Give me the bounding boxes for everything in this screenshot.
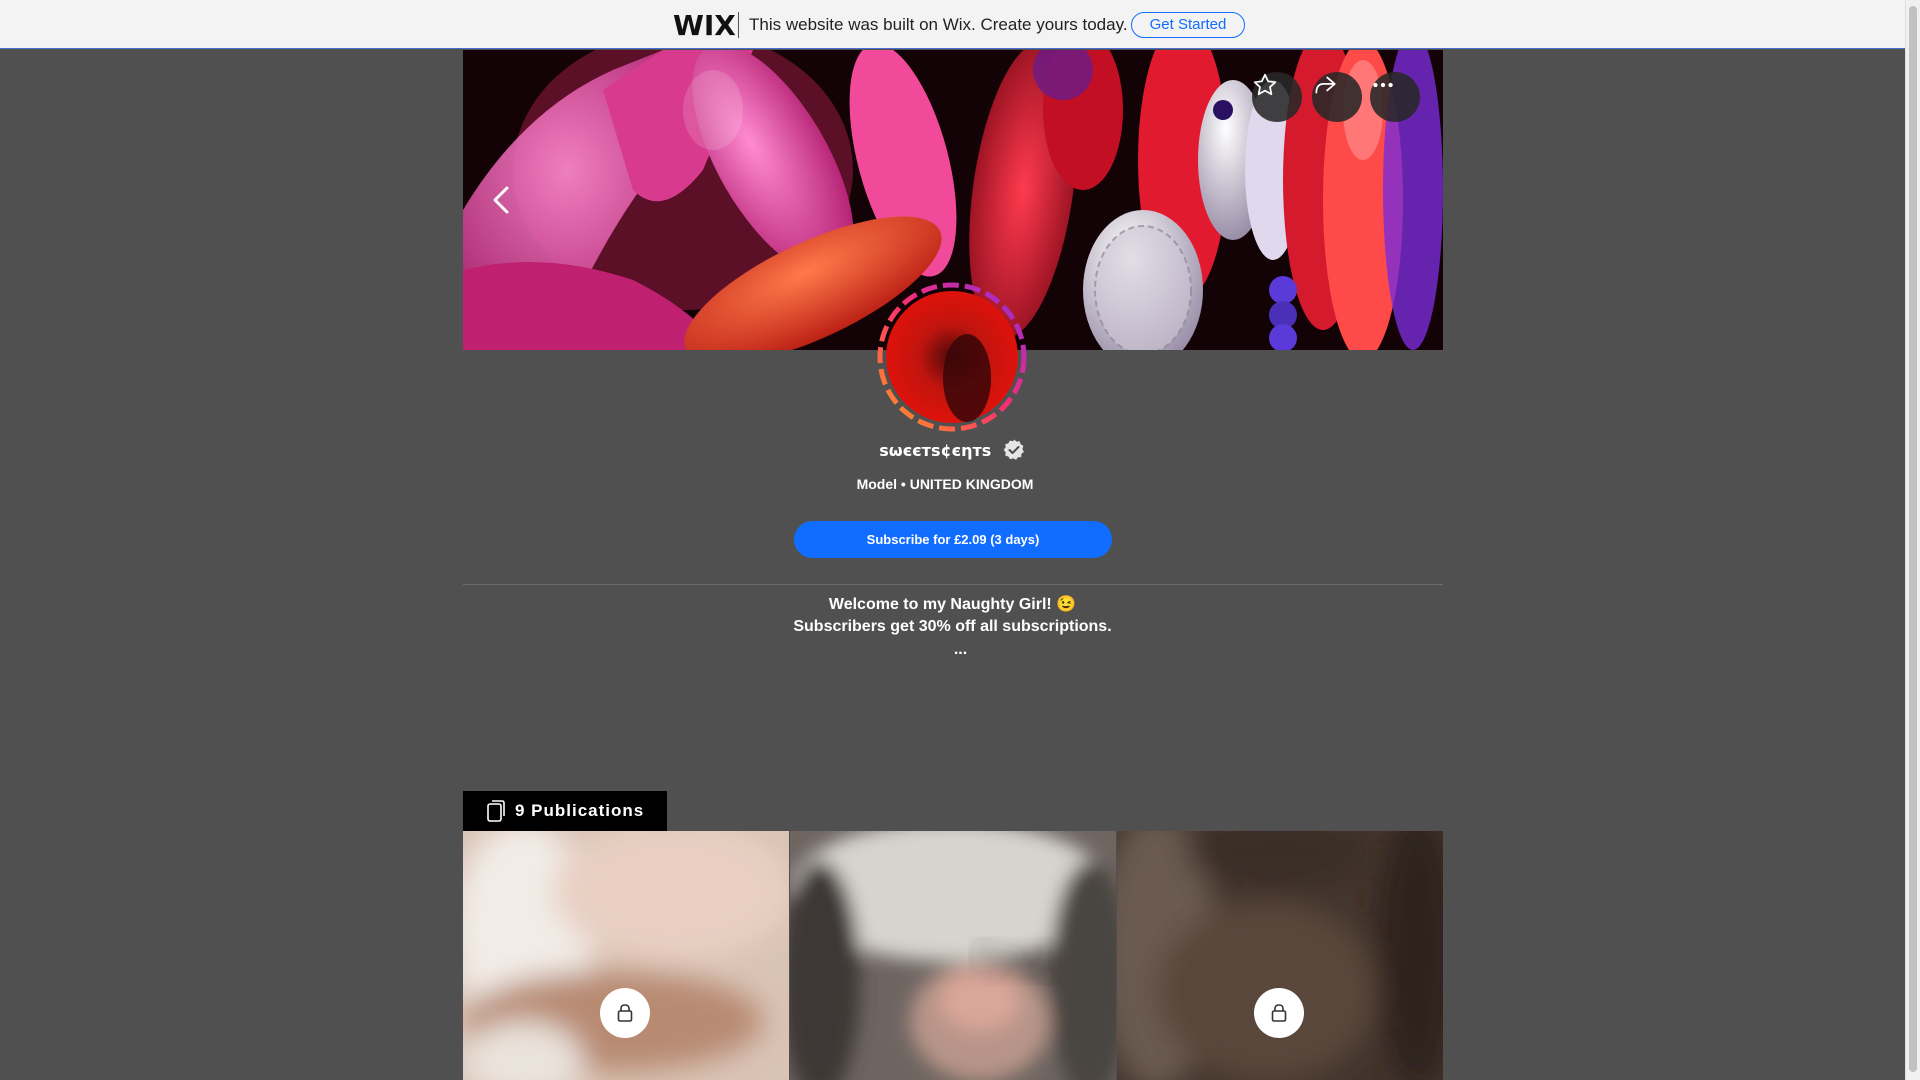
publication-tile[interactable] — [1117, 831, 1443, 1080]
scrollbar-thumb[interactable] — [1909, 6, 1917, 1072]
verified-check-icon — [1003, 439, 1024, 460]
profile-name-row: ѕωєєтѕ¢єηтѕ — [0, 438, 1905, 462]
wix-logo[interactable]: WIX — [673, 9, 736, 42]
more-options-button[interactable] — [1370, 72, 1420, 122]
favorite-button[interactable] — [1252, 72, 1302, 122]
back-button[interactable] — [483, 180, 519, 220]
share-arrow-icon — [1315, 76, 1336, 94]
bio-line-2: Subscribers get 30% off all subscription… — [793, 618, 1112, 635]
wix-banner: WIX This website was built on Wix. Creat… — [0, 0, 1905, 49]
wix-banner-message: This website was built on Wix. Create yo… — [749, 15, 1128, 34]
locked-content-button[interactable] — [1254, 988, 1304, 1038]
publication-tile[interactable] — [790, 831, 1116, 1080]
get-started-button[interactable]: Get Started — [1131, 12, 1245, 38]
wix-banner-separator — [738, 12, 739, 38]
publications-tab[interactable]: 9 Publications — [463, 791, 667, 831]
lock-icon — [617, 1004, 633, 1022]
profile-subtitle: Model • UNITED KINGDOM — [856, 476, 1034, 492]
copy-pages-icon — [487, 800, 505, 822]
blurred-thumbnail — [790, 831, 1116, 1080]
star-icon — [1253, 73, 1277, 96]
profile-name: ѕωєєтѕ¢єηтѕ — [879, 440, 992, 460]
publications-tab-label: 9 Publications — [515, 801, 645, 820]
subscribe-button[interactable]: Subscribe for £2.09 (3 days) — [794, 521, 1112, 558]
bio-line-1: Welcome to my Naughty Girl! 😉 — [828, 596, 1077, 613]
page-scrollbar[interactable] — [1905, 0, 1920, 1080]
blurred-thumbnail — [1117, 831, 1443, 1080]
chevron-left-icon — [493, 186, 509, 214]
blurred-thumbnail — [463, 831, 789, 1080]
locked-content-button[interactable] — [600, 988, 650, 1038]
lock-icon — [1271, 1004, 1287, 1022]
avatar[interactable] — [875, 280, 1029, 434]
share-button[interactable] — [1312, 72, 1362, 122]
bio-more-link[interactable]: ... — [8, 641, 1913, 659]
publication-tile[interactable] — [463, 831, 789, 1080]
more-dots-icon — [1373, 82, 1393, 88]
divider — [463, 584, 1443, 585]
